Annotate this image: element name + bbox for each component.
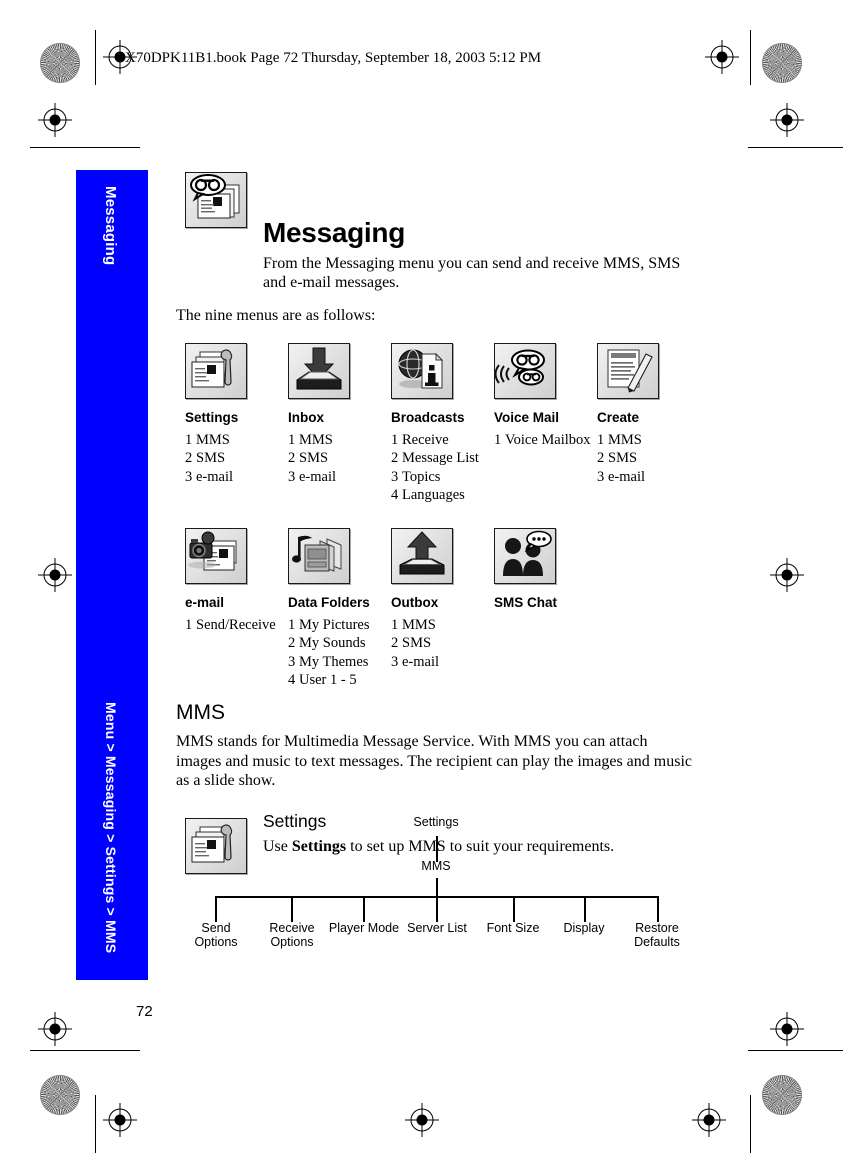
chapter-side-tab: Messaging Menu > Messaging > Settings > … (76, 170, 148, 980)
page-lead-text: The nine menus are as follows: (176, 307, 376, 324)
tree-line-drop-7 (657, 896, 659, 922)
page-title: Messaging (263, 217, 406, 248)
density-star-target-bottom-right (762, 1075, 802, 1115)
tree-leaf-server-list: Server List (407, 921, 467, 935)
registration-mark-bottom-center (405, 1103, 439, 1137)
tree-leaf-font-size: Font Size (486, 921, 540, 935)
density-star-target-top-left (40, 43, 80, 83)
messaging-icon (185, 172, 247, 228)
section-heading-mms: MMS (176, 701, 225, 724)
tree-line-drop-6 (584, 896, 586, 922)
list-item: 3 Topics (391, 468, 441, 485)
list-item: 2 SMS (597, 450, 638, 467)
email-camera-icon (185, 528, 247, 584)
list-item: 1 MMS (391, 617, 436, 633)
list-item: 4 User 1 - 5 (288, 671, 357, 688)
menu-items: 1 MMS 2 SMS 3 e-mail (597, 431, 747, 486)
crop-line-top-right-vert (750, 30, 751, 85)
chapter-tab-label: Messaging (102, 186, 119, 266)
sms-chat-people-icon (494, 528, 556, 584)
settings-messages-icon (185, 343, 247, 399)
page-content: Messaging From the Messaging menu you ca… (176, 160, 696, 874)
registration-mark-top-right (770, 103, 804, 137)
book-header-text: X70DPK11B1.book Page 72 Thursday, Septem… (125, 50, 542, 66)
page-number: 72 (136, 1003, 153, 1020)
crop-line-bottom-right-vert (750, 1095, 751, 1153)
list-item: 3 e-mail (597, 468, 646, 485)
tree-line-drop-1 (215, 896, 217, 922)
registration-mark-mid-right (770, 558, 804, 592)
globe-info-icon (391, 343, 453, 399)
crop-line-bottom-right-horz (748, 1050, 843, 1051)
voice-mail-speech-bubbles-icon (494, 343, 556, 399)
menu-items: 1 MMS 2 SMS 3 e-mail (391, 616, 541, 671)
chapter-tab-breadcrumb: Menu > Messaging > Settings > MMS (103, 702, 119, 954)
registration-mark-top-left (38, 103, 72, 137)
list-item: 2 SMS (391, 635, 432, 652)
list-item: 4 Languages (391, 486, 465, 503)
menu-grid-row-2: e-mail 1 Send/Receive Data Folders 1 My … (176, 528, 696, 693)
crop-line-top-left-vert (95, 30, 96, 85)
inbox-tray-down-arrow-icon (288, 343, 350, 399)
tree-node-root: Settings (413, 815, 459, 829)
manual-page: X70DPK11B1.book Page 72 Thursday, Septem… (0, 0, 843, 1156)
crop-line-top-right-horz (748, 147, 843, 148)
list-item: 1 MMS (597, 432, 642, 448)
data-folders-music-icon (288, 528, 350, 584)
tree-leaf-player-mode: Player Mode (328, 921, 400, 935)
list-item: 3 e-mail (391, 653, 440, 670)
tree-leaf-display: Display (563, 921, 605, 935)
tree-line-drop-3 (363, 896, 365, 922)
create-message-pencil-icon (597, 343, 659, 399)
menu-name: SMS Chat (494, 595, 558, 610)
registration-mark-bottom-center-right (692, 1103, 726, 1137)
menu-grid-row-1: Settings 1 MMS 2 SMS 3 e-mail Inbox 1 MM… (176, 343, 696, 518)
tree-leaf-send-options: Send Options (194, 921, 238, 949)
tree-node-mms: MMS (421, 859, 451, 873)
page-intro-text: From the Messaging menu you can send and… (263, 255, 681, 291)
menu-cell-sms-chat: SMS Chat (494, 528, 644, 610)
list-item: 2 Message List (391, 450, 479, 467)
density-star-target-bottom-left (40, 1075, 80, 1115)
registration-mark-bottom-right (770, 1012, 804, 1046)
settings-mms-tree-diagram: Settings MMS Send Options Receive Option… (186, 815, 686, 956)
registration-mark-bottom-center-left (103, 1103, 137, 1137)
tree-line-drop-5 (513, 896, 515, 922)
menu-cell-create: Create 1 MMS 2 SMS 3 e-mail (597, 343, 747, 486)
density-star-target-top-right (762, 43, 802, 83)
tree-leaf-receive-options: Receive Options (269, 921, 315, 949)
outbox-tray-up-arrow-icon (391, 528, 453, 584)
registration-mark-bottom-left (38, 1012, 72, 1046)
tree-leaf-restore-defaults: Restore Defaults (634, 921, 680, 949)
section-body-mms: MMS stands for Multimedia Message Servic… (176, 733, 692, 789)
crop-line-bottom-left-vert (95, 1095, 96, 1153)
menu-name: Create (597, 410, 640, 425)
registration-mark-mid-left (38, 558, 72, 592)
tree-line-drop-4 (436, 896, 438, 922)
chapter-title-row: Messaging From the Messaging menu you ca… (176, 160, 696, 292)
crop-line-bottom-left-horz (30, 1050, 140, 1051)
registration-mark-top-right-inner (705, 40, 739, 74)
crop-line-top-left-horz (30, 147, 140, 148)
tree-line-drop-2 (291, 896, 293, 922)
